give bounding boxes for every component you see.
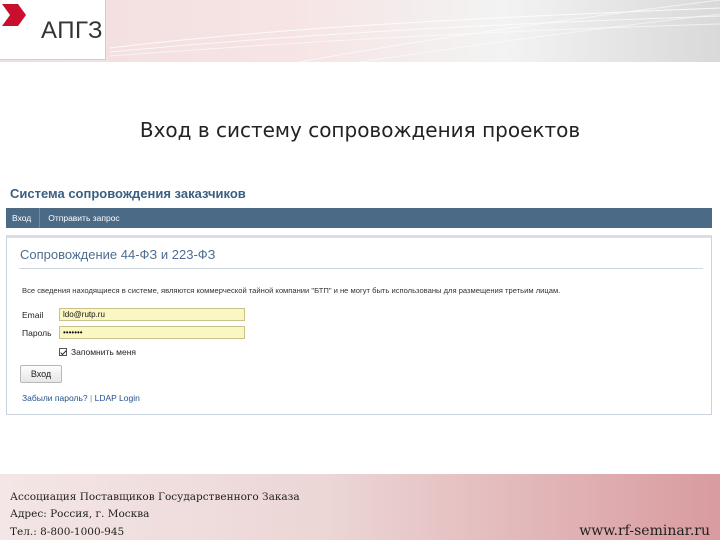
- panel-divider: [19, 268, 703, 269]
- slide-title: Вход в систему сопровождения проектов: [139, 118, 581, 142]
- footer-organization: Ассоциация Поставщиков Государственного …: [10, 491, 300, 503]
- email-label: Email: [22, 310, 44, 320]
- footer-website[interactable]: www.rf-seminar.ru: [579, 523, 710, 539]
- remember-me[interactable]: Запомнить меня: [59, 347, 136, 357]
- logo: АПГЗ: [0, 0, 106, 60]
- footer: Ассоциация Поставщиков Государственного …: [0, 474, 720, 540]
- panel-heading: Сопровождение 44-ФЗ и 223-ФЗ: [20, 247, 216, 262]
- logo-text: АПГЗ: [41, 17, 103, 44]
- app-title: Система сопровождения заказчиков: [10, 186, 246, 201]
- footer-address: Адрес: Россия, г. Москва: [10, 508, 150, 520]
- remember-checkbox[interactable]: [59, 348, 67, 356]
- header-decoration: [109, 0, 720, 62]
- email-field[interactable]: ldo@rutp.ru: [59, 308, 245, 321]
- login-button[interactable]: Вход: [20, 365, 62, 383]
- password-field[interactable]: •••••••: [59, 326, 245, 339]
- apgz-logo-icon: [2, 4, 26, 26]
- password-label: Пароль: [22, 328, 52, 338]
- login-panel: Сопровождение 44-ФЗ и 223-ФЗ Все сведени…: [6, 235, 712, 415]
- auth-links: Забыли пароль? | LDAP Login: [22, 393, 140, 403]
- remember-label: Запомнить меня: [71, 347, 137, 357]
- link-separator: |: [90, 393, 93, 403]
- footer-phone: Тел.: 8-800-1000-945: [10, 526, 125, 538]
- nav-item-login[interactable]: Вход: [6, 208, 39, 228]
- app-navbar: Вход Отправить запрос: [6, 208, 712, 228]
- ldap-login-link[interactable]: LDAP Login: [95, 393, 140, 403]
- forgot-password-link[interactable]: Забыли пароль?: [22, 393, 88, 403]
- confidentiality-notice: Все сведения находящиеся в системе, явля…: [22, 286, 561, 295]
- nav-item-send-request[interactable]: Отправить запрос: [40, 208, 127, 228]
- header-band: АПГЗ: [0, 0, 720, 62]
